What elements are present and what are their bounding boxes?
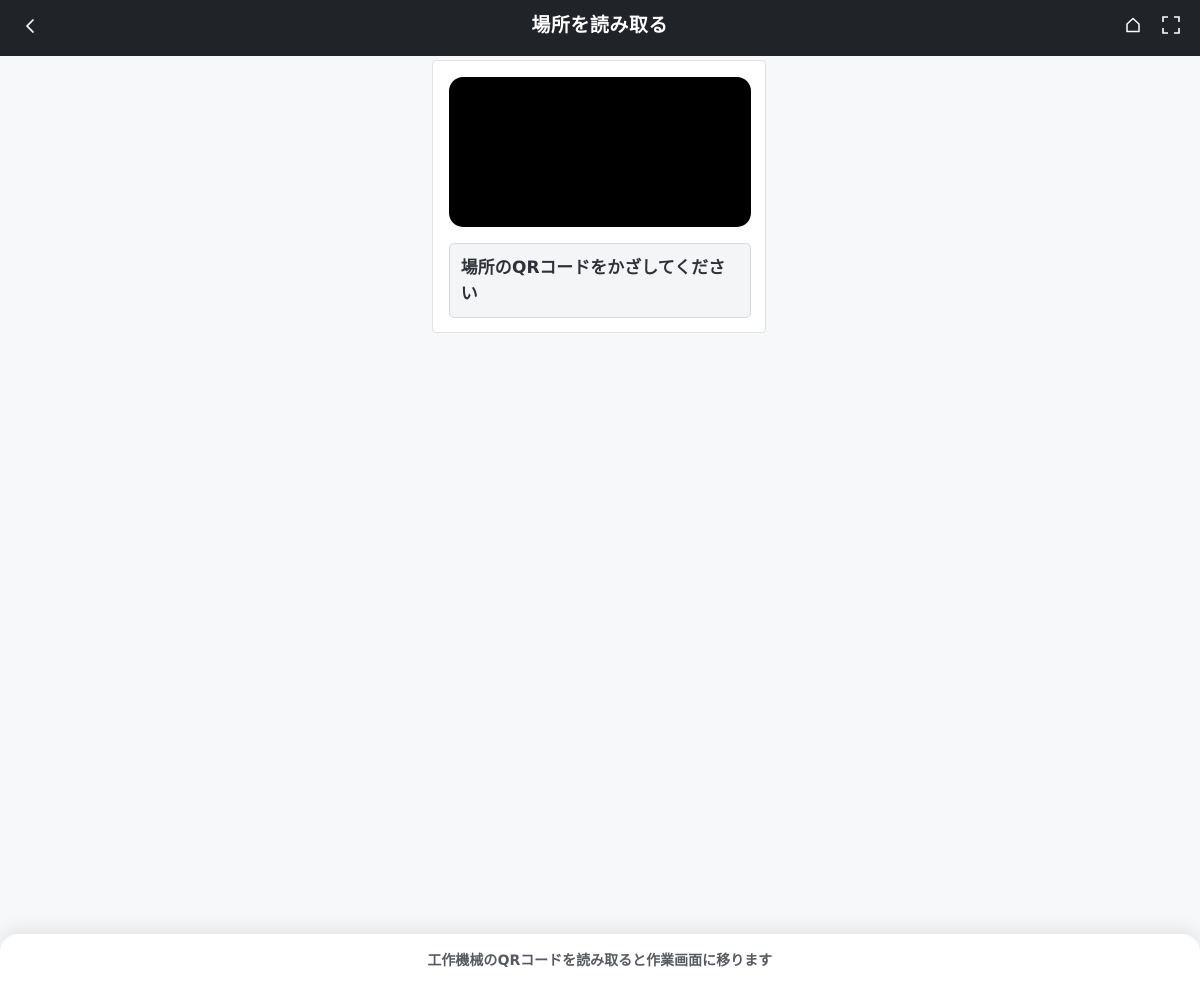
fullscreen-icon	[1162, 16, 1180, 34]
home-button[interactable]	[1118, 10, 1148, 40]
hint-text: 工作機械のQRコードを読み取ると作業画面に移ります	[427, 953, 773, 969]
scan-instruction: 場所のQRコードをかざしてください	[449, 243, 751, 318]
fullscreen-button[interactable]	[1156, 10, 1186, 40]
home-icon	[1126, 17, 1140, 33]
camera-preview	[449, 77, 751, 227]
top-app-bar: 場所を読み取る	[0, 0, 1200, 56]
page-title: 場所を読み取る	[531, 14, 669, 36]
qr-scanner-card: 場所のQRコードをかざしてください	[432, 60, 766, 333]
bottom-hint-panel: 工作機械のQRコードを読み取ると作業画面に移ります	[0, 934, 1200, 994]
